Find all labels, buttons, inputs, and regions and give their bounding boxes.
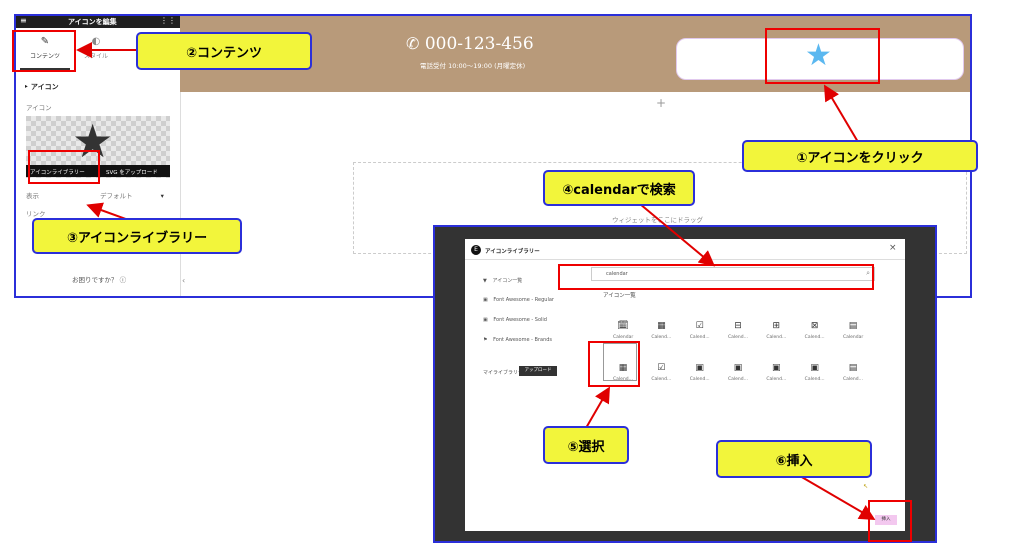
arrow-step5 <box>585 386 611 429</box>
arrow-step4 <box>639 203 716 267</box>
callout-step1: ①アイコンをクリック <box>742 140 978 172</box>
callout-step5: ⑤選択 <box>543 426 629 464</box>
callout-step2: ②コンテンツ <box>136 32 312 70</box>
callout-step4: ④calendarで検索 <box>543 170 695 206</box>
callout-step6: ⑥挿入 <box>716 440 872 478</box>
callout-step3: ③アイコンライブラリー <box>32 218 242 254</box>
arrow-step1 <box>823 84 859 143</box>
arrow-step6 <box>799 475 876 521</box>
